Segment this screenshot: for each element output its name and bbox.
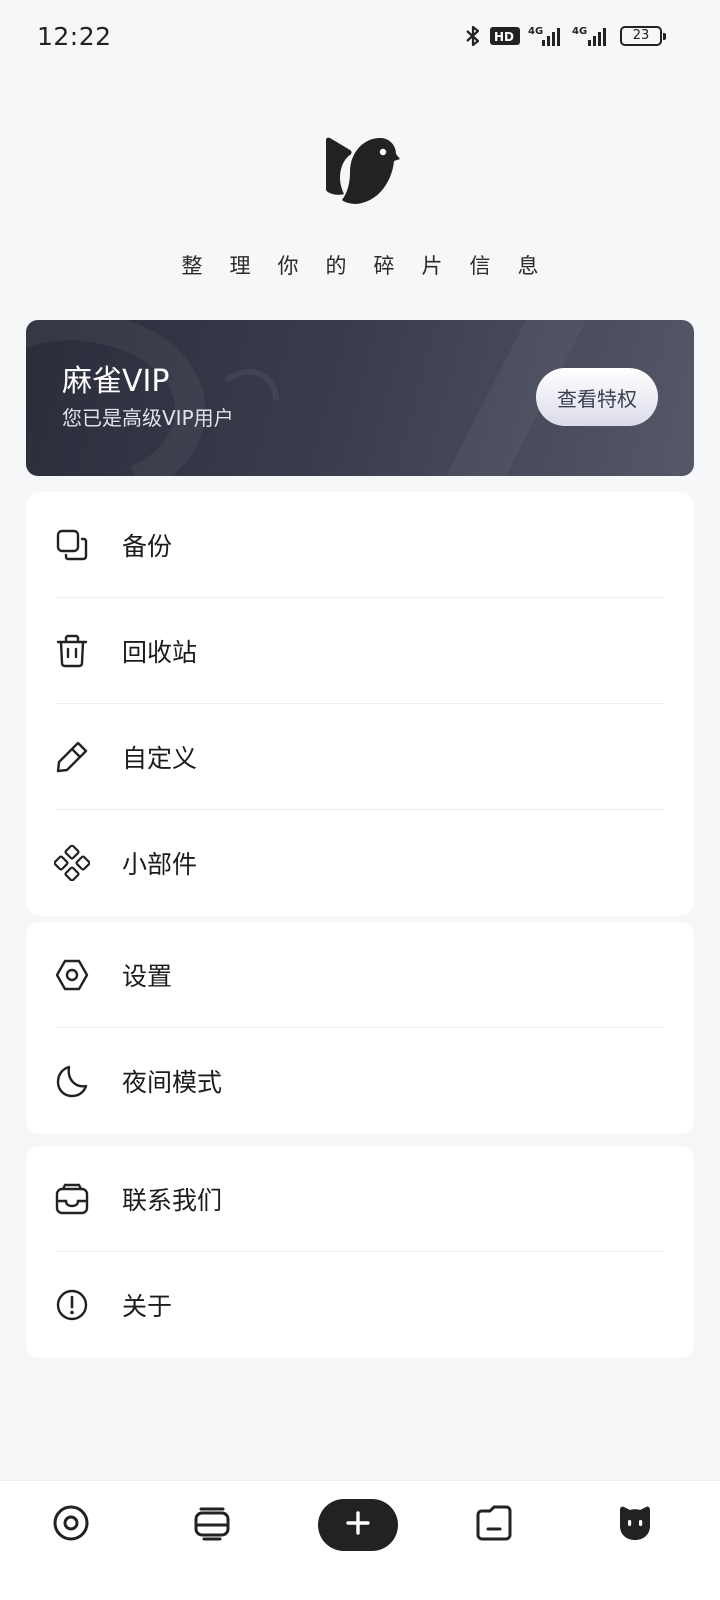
nav-cards-button[interactable] (186, 1499, 238, 1551)
menu-item-contact-us[interactable]: 联系我们 (26, 1146, 694, 1252)
menu-item-about[interactable]: 关于 (26, 1252, 694, 1358)
menu-item-settings[interactable]: 设置 (26, 922, 694, 1028)
menu-item-label: 回收站 (122, 638, 198, 667)
menu-item-label: 联系我们 (122, 1186, 223, 1215)
widgets-icon (54, 845, 90, 881)
view-privileges-button[interactable]: 查看特权 (536, 368, 658, 426)
menu-item-trash[interactable]: 回收站 (26, 598, 694, 704)
nav-folder-button[interactable] (468, 1499, 520, 1551)
info-icon (54, 1287, 90, 1323)
add-button[interactable] (318, 1499, 398, 1551)
moon-icon (54, 1063, 90, 1099)
settings-icon (54, 957, 90, 993)
profile-icon (614, 1502, 656, 1548)
trash-icon (54, 633, 90, 669)
pencil-icon (54, 739, 90, 775)
nav-profile-button[interactable] (609, 1499, 661, 1551)
vip-card[interactable]: 麻雀VIP 您已是高级VIP用户 查看特权 (26, 320, 694, 476)
backup-icon (54, 527, 90, 563)
status-bar: 12:22 HD 4G 4G 23 (0, 0, 720, 72)
menu-item-customize[interactable]: 自定义 (26, 704, 694, 810)
menu-item-label: 设置 (122, 962, 173, 991)
svg-text:HD: HD (494, 30, 514, 44)
menu-item-label: 自定义 (122, 744, 198, 773)
vip-title: 麻雀VIP (62, 364, 170, 399)
status-icons: HD 4G 4G 23 (464, 24, 666, 48)
logo (0, 132, 720, 212)
menu-group-preferences: 设置 夜间模式 (26, 922, 694, 1134)
bottom-nav (0, 1480, 720, 1600)
hd-icon: HD (490, 25, 520, 47)
bluetooth-icon (464, 24, 482, 48)
menu-group-main: 备份 回收站 自定义 小部件 (26, 492, 694, 916)
menu-item-label: 夜间模式 (122, 1068, 223, 1097)
target-icon (51, 1503, 91, 1547)
tagline: 整理你的碎片信息 (181, 254, 566, 278)
svg-text:4G: 4G (528, 26, 543, 37)
battery-icon: 23 (620, 26, 666, 46)
menu-item-widgets[interactable]: 小部件 (26, 810, 694, 916)
cards-icon (192, 1503, 232, 1547)
menu-item-night-mode[interactable]: 夜间模式 (26, 1028, 694, 1134)
vip-subtitle: 您已是高级VIP用户 (62, 406, 234, 430)
add-icon (345, 1510, 371, 1540)
menu-item-backup[interactable]: 备份 (26, 492, 694, 598)
menu-item-label: 小部件 (122, 850, 198, 879)
folder-icon (474, 1503, 514, 1547)
menu-item-label: 关于 (122, 1292, 173, 1321)
nav-home-button[interactable] (45, 1499, 97, 1551)
inbox-icon (54, 1181, 90, 1217)
signal-4g-icon: 4G (572, 24, 612, 48)
signal-4g-icon: 4G (528, 24, 564, 48)
svg-text:4G: 4G (572, 26, 587, 37)
menu-item-label: 备份 (122, 532, 173, 561)
menu-group-info: 联系我们 关于 (26, 1146, 694, 1358)
status-time: 12:22 (37, 21, 112, 51)
bird-logo-icon (320, 132, 400, 212)
